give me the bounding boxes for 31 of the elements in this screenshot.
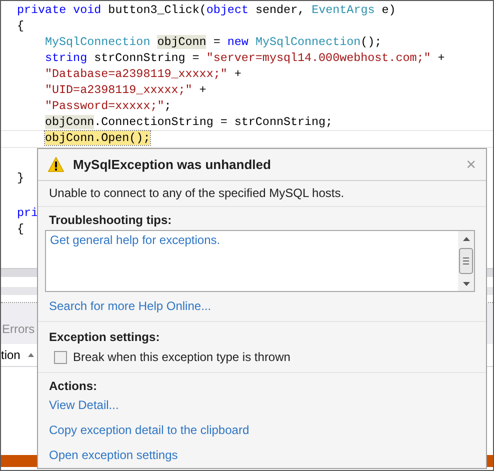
action-link[interactable]: Open exception settings: [38, 443, 189, 468]
close-button[interactable]: ×: [464, 156, 478, 173]
scrollbar[interactable]: [458, 230, 474, 291]
checkbox-label: Break when this exception type is thrown: [73, 350, 290, 364]
sort-arrow-icon: [28, 353, 34, 357]
help-link[interactable]: Search for more Help Online...: [49, 299, 212, 313]
section-heading: Exception settings:: [49, 330, 161, 344]
panel-tab[interactable]: Errors: [1, 322, 35, 344]
code-line: pri: [17, 206, 38, 220]
column-header[interactable]: tion: [1, 348, 20, 362]
code-line: private void button3_Click(object sender, EventArgs e): [17, 3, 396, 17]
code-line: }: [17, 171, 24, 185]
dialog-title: MySqlException was unhandled: [73, 156, 272, 172]
code-line: objConn.ConnectionString = strConnString;: [45, 115, 333, 129]
code-line: string strConnString = "server=mysql14.000webhost.com;" +: [45, 51, 445, 65]
code-line: "Database=a2398119_xxxxx;" +: [45, 67, 242, 81]
checkbox[interactable]: [54, 350, 67, 364]
code-line: "Password=xxxxx;";: [45, 99, 172, 113]
code-line: {: [17, 222, 24, 236]
action-link[interactable]: Copy exception detail to the clipboard: [38, 418, 260, 443]
section-heading: Actions:: [49, 379, 98, 393]
scroll-thumb[interactable]: [459, 248, 473, 274]
section-heading: Troubleshooting tips:: [49, 212, 173, 227]
action-link[interactable]: View Detail...: [38, 393, 130, 418]
code-line: {: [17, 19, 24, 33]
code-line: "UID=a2398119_xxxxx;" +: [45, 83, 206, 97]
warning-icon: [48, 156, 64, 172]
code-line: MySqlConnection objConn = new MySqlConnection();: [45, 35, 382, 49]
help-link[interactable]: Get general help for exceptions.: [50, 232, 220, 247]
exception-message: Unable to connect to any of the specified MySQL hosts.: [49, 186, 344, 200]
scroll-up-icon[interactable]: [462, 236, 470, 241]
